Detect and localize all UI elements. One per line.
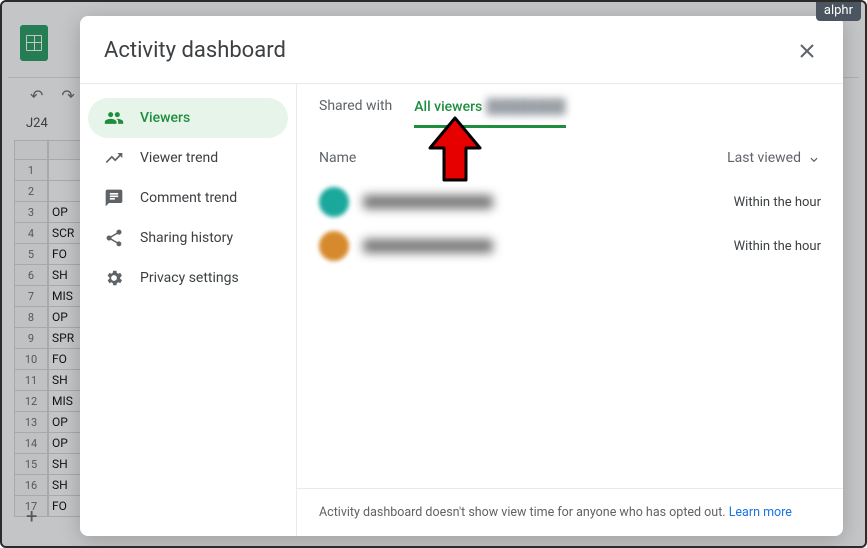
footer-text: Activity dashboard doesn't show view tim… [319, 505, 729, 520]
sidebar-item-privacy-settings[interactable]: Privacy settings [88, 258, 288, 298]
arrow-down-icon [807, 151, 821, 165]
sidebar: Viewers Viewer trend Comment trend [80, 84, 296, 536]
sidebar-item-sharing-history[interactable]: Sharing history [88, 218, 288, 258]
tab-label: All viewers [414, 99, 482, 115]
avatar [319, 187, 349, 217]
footer-note: Activity dashboard doesn't show view tim… [297, 488, 843, 536]
activity-dashboard-modal: Activity dashboard Viewers Viewer tren [80, 16, 843, 536]
last-viewed-value: Within the hour [734, 195, 821, 210]
last-viewed-label: Last viewed [727, 150, 801, 166]
sidebar-item-comment-trend[interactable]: Comment trend [88, 178, 288, 218]
sidebar-item-label: Viewers [140, 110, 190, 126]
last-viewed-value: Within the hour [734, 239, 821, 254]
watermark-badge: alphr [816, 2, 861, 21]
sidebar-item-label: Privacy settings [140, 270, 239, 286]
avatar [319, 231, 349, 261]
close-icon [795, 39, 819, 63]
viewer-row[interactable]: Within the hour [319, 224, 821, 268]
trend-icon [104, 148, 124, 168]
tab-all-viewers[interactable]: All viewers████████ [414, 98, 565, 128]
sidebar-item-label: Viewer trend [140, 150, 218, 166]
people-icon [104, 108, 124, 128]
sidebar-item-label: Sharing history [140, 230, 233, 246]
gear-icon [104, 268, 124, 288]
share-icon [104, 228, 124, 248]
column-header-name: Name [319, 150, 356, 166]
sidebar-item-label: Comment trend [140, 190, 237, 206]
viewer-name-redacted [363, 195, 493, 209]
sidebar-item-viewers[interactable]: Viewers [88, 98, 288, 138]
column-header-last-viewed[interactable]: Last viewed [727, 150, 821, 166]
sidebar-item-viewer-trend[interactable]: Viewer trend [88, 138, 288, 178]
tab-shared-with[interactable]: Shared with [319, 98, 392, 128]
comment-icon [104, 188, 124, 208]
tab-label-redacted: ████████ [482, 99, 565, 115]
viewer-name-redacted [363, 239, 493, 253]
close-button[interactable] [795, 39, 819, 63]
viewer-row[interactable]: Within the hour [319, 180, 821, 224]
learn-more-link[interactable]: Learn more [729, 505, 792, 520]
modal-title: Activity dashboard [104, 38, 286, 63]
